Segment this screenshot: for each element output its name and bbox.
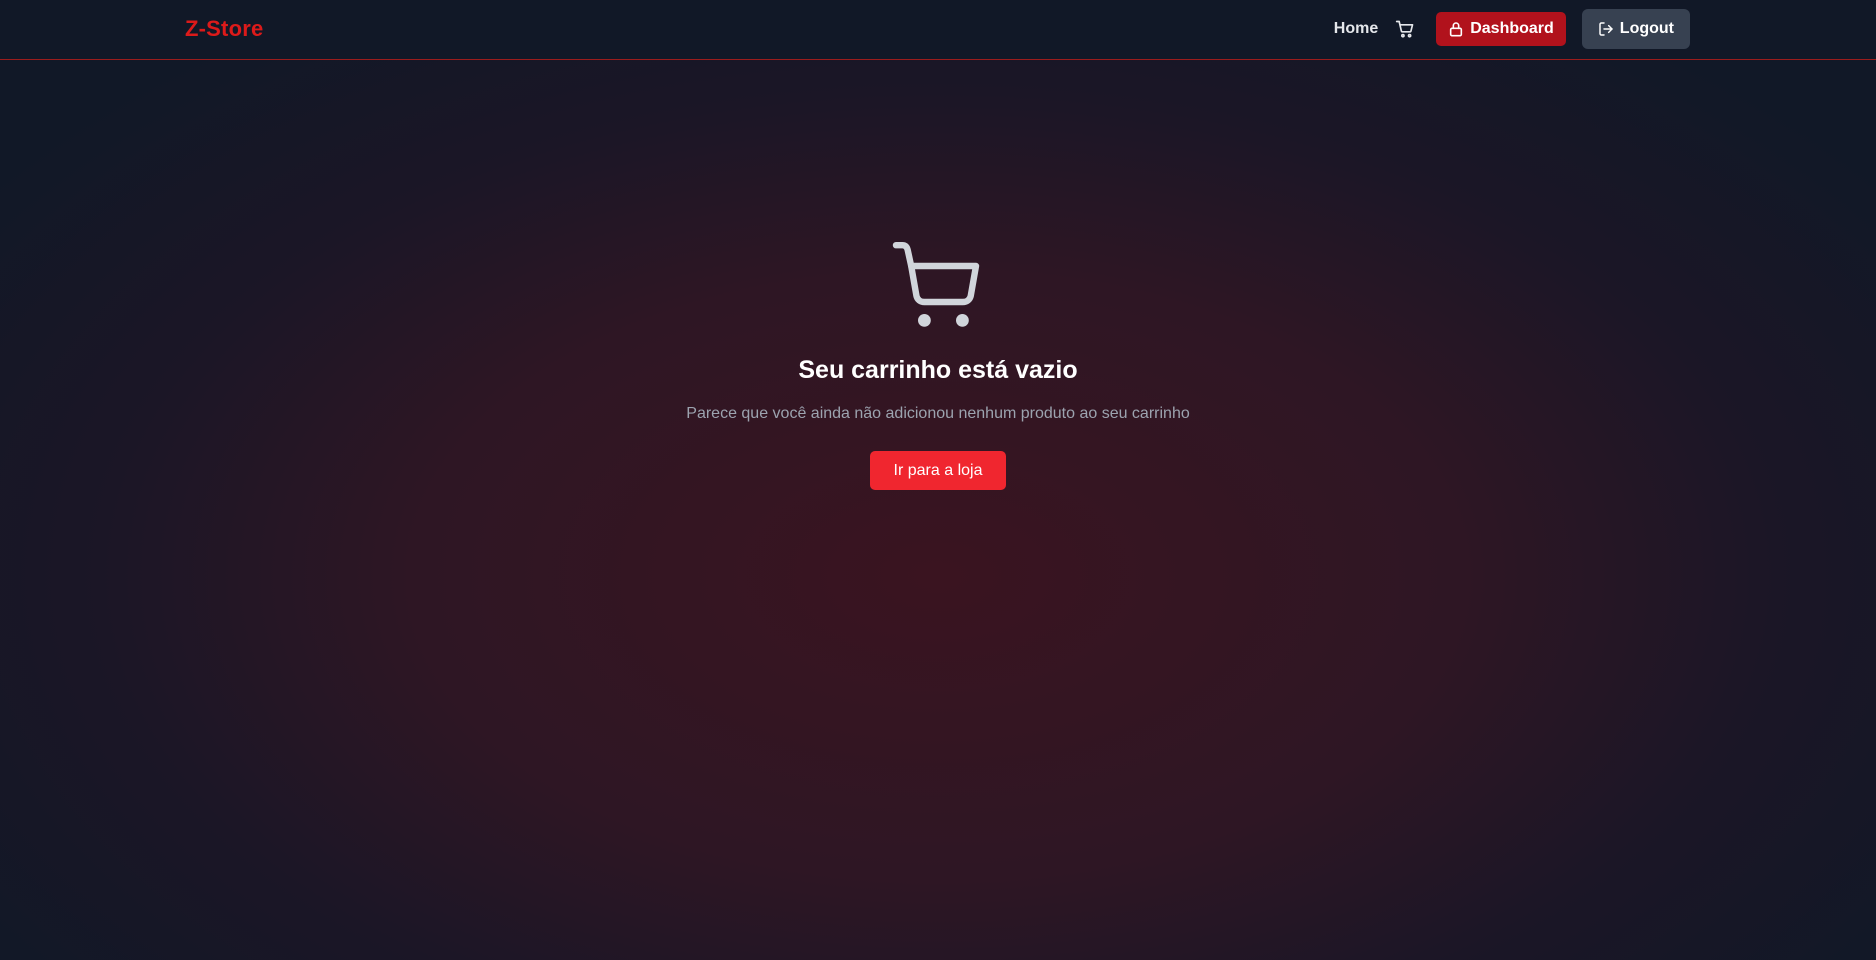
empty-cart-subtitle: Parece que você ainda não adicionou nenh…: [686, 405, 1190, 422]
cart-link[interactable]: [1394, 18, 1416, 40]
top-navbar: Z-Store Home Dashboard Logout: [0, 0, 1876, 60]
lock-icon: [1448, 21, 1464, 37]
dashboard-button[interactable]: Dashboard: [1436, 12, 1566, 46]
home-link[interactable]: Home: [1334, 20, 1378, 38]
logout-button-label: Logout: [1619, 20, 1674, 37]
empty-cart-title: Seu carrinho está vazio: [798, 356, 1078, 384]
logout-icon: [1598, 21, 1614, 37]
empty-cart-state: Seu carrinho está vazio Parece que você …: [0, 238, 1876, 490]
dashboard-button-label: Dashboard: [1470, 20, 1554, 37]
cart-icon: [1396, 20, 1414, 38]
brand-logo[interactable]: Z-Store: [185, 16, 263, 42]
go-to-store-button[interactable]: Ir para a loja: [869, 451, 1007, 490]
logout-button[interactable]: Logout: [1581, 9, 1690, 49]
shopping-cart-icon: [892, 242, 980, 327]
nav-actions: Home Dashboard Logout: [1334, 9, 1690, 49]
